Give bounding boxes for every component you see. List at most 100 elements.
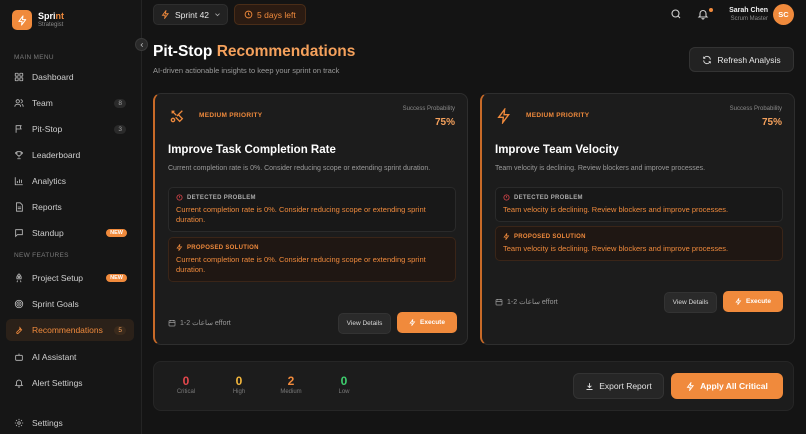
stat-high: 0 High [219,374,259,395]
priority-label: MEDIUM PRIORITY [199,112,263,119]
trophy-icon [15,151,23,160]
page-subtitle: AI-driven actionable insights to keep yo… [153,66,340,75]
avatar[interactable]: SC [773,4,794,25]
sidebar-item-label: Pit-Stop [32,124,63,134]
sidebar-item-dashboard[interactable]: Dashboard [6,66,134,88]
success-probability-value: 75% [761,117,782,128]
calendar-icon [495,299,503,306]
solution-label: PROPOSED SOLUTION [514,233,586,240]
sidebar-item-team[interactable]: Team 8 [6,92,134,114]
card-title: Improve Team Velocity [495,144,619,156]
success-probability-label: Success Probability [729,106,782,112]
effort-text: 1-2 ساعات effort [180,320,231,327]
rocket-icon [16,273,22,283]
view-details-button[interactable]: View Details [338,313,391,334]
wrench-icon [16,326,23,335]
problem-label: DETECTED PROBLEM [187,194,256,201]
sidebar-item-label: Reports [32,202,62,212]
sidebar-item-pit-stop[interactable]: Pit-Stop 3 [6,118,134,140]
sidebar-item-standup[interactable]: Standup NEW [6,222,134,244]
new-badge: NEW [106,229,127,237]
search-icon[interactable] [670,8,682,20]
lightning-icon [161,10,170,19]
export-report-button[interactable]: Export Report [573,373,664,399]
execute-label: Execute [746,298,771,305]
bot-icon [15,353,23,361]
summary-bar: 0 Critical 0 High 2 Medium 0 Low Export … [153,361,794,411]
execute-button[interactable]: Execute [397,312,457,333]
sidebar-item-recommendations[interactable]: Recommendations 5 [6,319,134,341]
sidebar-item-label: Settings [32,418,63,428]
sidebar-item-sprint-goals[interactable]: Sprint Goals [6,293,134,315]
collapse-sidebar-button[interactable] [135,38,148,51]
chevron-left-icon [139,42,143,47]
refresh-icon [703,55,712,64]
solution-label: PROPOSED SOLUTION [187,244,259,251]
recommendation-card: MEDIUM PRIORITY Success Probability 75% … [480,93,795,345]
stat-label: Low [338,389,350,395]
target-icon [14,299,24,309]
app-name: Sprint [38,11,65,21]
effort-estimate: 1-2 ساعات effort [168,319,231,327]
lightning-icon [735,298,742,305]
execute-button[interactable]: Execute [723,291,783,312]
sidebar-item-alert-settings[interactable]: Alert Settings [6,372,134,394]
days-left-badge: 5 days left [234,4,306,25]
sidebar-item-label: Analytics [32,176,67,186]
stat-value: 2 [287,374,295,388]
sidebar: Sprint Strategist MAIN MENU Dashboard Te… [0,0,142,434]
stat-low: 0 Low [324,374,364,395]
users-icon [14,99,24,107]
refresh-label: Refresh Analysis [717,54,781,65]
detected-problem-box: DETECTED PROBLEM Current completion rate… [168,187,456,232]
alert-circle-icon [176,194,183,201]
page-title: Pit-Stop Recommendations [153,43,356,60]
new-badge: NEW [106,274,127,282]
count-badge: 5 [114,325,126,335]
lightning-icon [503,233,510,240]
sidebar-item-ai-assistant[interactable]: AI Assistant [6,346,134,368]
lightning-icon [176,244,183,251]
flag-icon [15,125,22,133]
apply-label: Apply All Critical [700,381,768,391]
solution-text: Team velocity is declining. Review block… [503,244,729,253]
sidebar-item-label: AI Assistant [32,352,77,362]
main-menu-label: MAIN MENU [14,54,54,61]
stat-value: 0 [182,374,190,388]
grid-icon [14,72,24,82]
app-logo[interactable]: Sprint Strategist [12,10,64,30]
sidebar-item-label: Alert Settings [32,378,83,388]
problem-text: Team velocity is declining. Review block… [503,205,729,214]
download-icon [586,382,593,390]
sidebar-item-settings[interactable]: Settings [6,412,134,434]
top-bar: Sprint 42 5 days left Sarah Chen Scrum M… [142,0,806,32]
sidebar-item-project-setup[interactable]: Project Setup NEW [6,267,134,289]
card-description: Current completion rate is 0%. Consider … [168,165,431,172]
stat-value: 0 [235,374,243,388]
alert-circle-icon [503,194,510,201]
sidebar-item-leaderboard[interactable]: Leaderboard [6,144,134,166]
chevron-down-icon [215,13,220,17]
calendar-icon [168,320,176,327]
app-subtitle: Strategist [38,22,64,28]
document-icon [16,202,23,212]
sprint-name: Sprint 42 [175,9,210,20]
sidebar-item-analytics[interactable]: Analytics [6,170,134,192]
days-left-text: 5 days left [257,9,296,20]
bell-icon [14,379,24,388]
sidebar-item-reports[interactable]: Reports [6,196,134,218]
lightning-icon [497,108,510,124]
sidebar-item-label: Team [32,98,53,108]
refresh-analysis-button[interactable]: Refresh Analysis [689,47,794,72]
success-probability-label: Success Probability [402,106,455,112]
problem-text: Current completion rate is 0%. Consider … [176,205,426,224]
notification-bell-icon[interactable] [697,8,709,20]
stat-label: Medium [280,389,302,395]
sidebar-item-label: Dashboard [32,72,74,82]
new-features-label: NEW FEATURES [14,252,69,259]
view-details-button[interactable]: View Details [664,292,717,313]
apply-all-critical-button[interactable]: Apply All Critical [671,373,783,399]
sprint-selector[interactable]: Sprint 42 [153,4,228,25]
stat-critical: 0 Critical [166,374,206,395]
user-role: Scrum Master [730,16,768,22]
